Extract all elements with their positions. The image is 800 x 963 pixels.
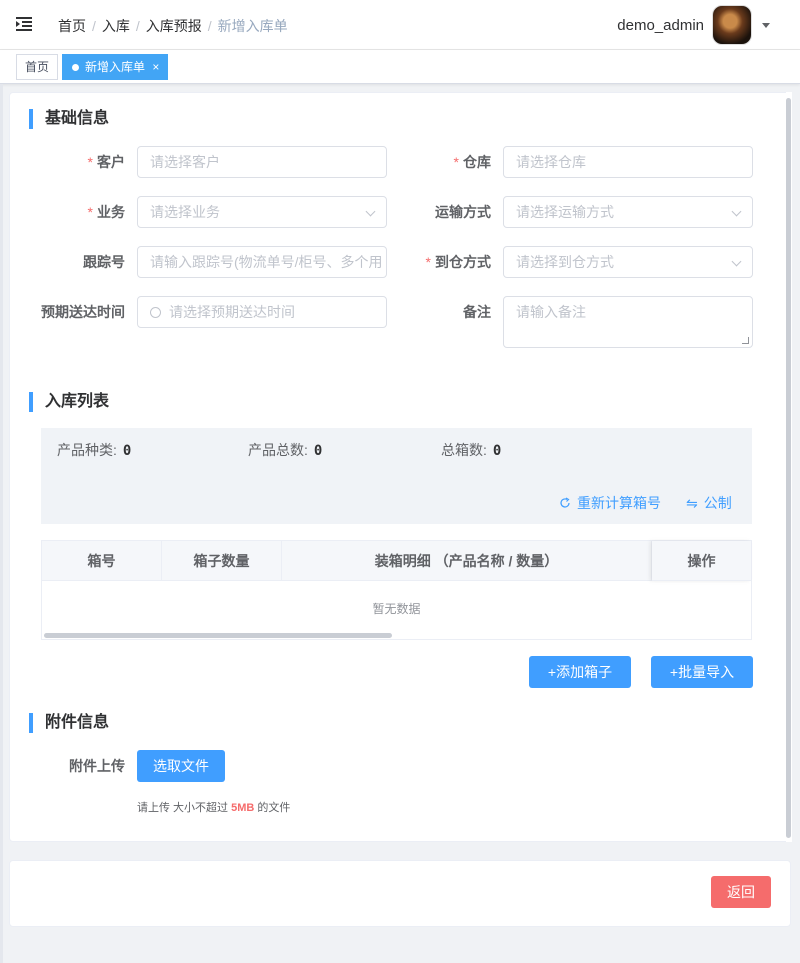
user-menu[interactable]: demo_admin [617, 3, 770, 47]
vertical-scrollbar[interactable] [786, 92, 792, 842]
back-button[interactable]: 返回 [711, 876, 771, 908]
breadcrumb-inbound[interactable]: 入库 [102, 18, 130, 34]
col-packing-detail: 装箱明细 （产品名称 / 数量） [282, 541, 652, 581]
breadcrumb-current: 新增入库单 [217, 18, 288, 34]
warehouse-select[interactable]: 请选择仓库 [503, 146, 753, 178]
tracking-input[interactable]: 请输入跟踪号(物流单号/柜号、多个用 [137, 246, 387, 278]
breadcrumb-home[interactable]: 首页 [58, 18, 86, 34]
box-total-stat: 总箱数: 0 [441, 442, 502, 459]
horizontal-scrollbar[interactable] [44, 633, 392, 638]
scrollbar-thumb[interactable] [786, 98, 791, 838]
breadcrumb-separator: / [92, 18, 96, 34]
remark-label: 备注 [463, 304, 491, 320]
business-label: * 业务 [87, 204, 125, 220]
tags-view: 首页 新增入库单 × [0, 50, 800, 84]
avatar[interactable] [712, 5, 752, 45]
remark-textarea[interactable]: 请输入备注 [503, 296, 753, 348]
business-select[interactable]: 请选择业务 [137, 196, 387, 228]
eta-label: 预期送达时间 [41, 304, 125, 320]
breadcrumb-forecast[interactable]: 入库预报 [146, 18, 202, 34]
batch-import-button[interactable]: +批量导入 [651, 656, 753, 688]
breadcrumb-separator: / [135, 18, 140, 34]
summary-panel: 产品种类: 0 产品总数: 0 总箱数: 0 重新计算箱号 ⇋ 公制 [41, 428, 752, 524]
breadcrumb-separator: / [207, 18, 212, 34]
upload-label: 附件上传 [69, 758, 125, 774]
caret-down-icon[interactable] [762, 22, 770, 28]
customer-select[interactable]: 请选择客户 [137, 146, 387, 178]
chevron-down-icon [731, 256, 742, 267]
col-actions: 操作 [652, 541, 751, 581]
recalc-box-link[interactable]: 重新计算箱号 [559, 493, 661, 513]
eta-date-picker[interactable]: 请选择预期送达时间 [137, 296, 387, 328]
shipping-select[interactable]: 请选择运输方式 [503, 196, 753, 228]
col-box-qty: 箱子数量 [162, 541, 282, 581]
username: demo_admin [617, 16, 704, 34]
left-edge [0, 84, 3, 963]
switch-icon: ⇋ [686, 495, 698, 511]
section-attachment: 附件信息 [29, 713, 109, 733]
product-total-stat: 产品总数: 0 [248, 442, 323, 459]
upload-hint: 请上传 大小不超过 5MB 的文件 [137, 802, 291, 814]
hamburger-icon[interactable] [16, 16, 32, 32]
add-box-button[interactable]: +添加箱子 [529, 656, 631, 688]
tag-home[interactable]: 首页 [16, 54, 59, 80]
customer-label: * 客户 [87, 154, 125, 170]
chevron-down-icon [365, 206, 376, 217]
metric-toggle-link[interactable]: ⇋ 公制 [686, 493, 732, 513]
chevron-down-icon [731, 206, 742, 217]
empty-text: 暂无数据 [372, 602, 421, 616]
section-basic-info: 基础信息 [29, 109, 109, 129]
refresh-icon [560, 497, 570, 508]
box-table: 箱号 箱子数量 装箱明细 （产品名称 / 数量） 操作 暂无数据 [41, 540, 752, 640]
resize-grip-icon[interactable] [742, 337, 749, 344]
tracking-label: 跟踪号 [83, 254, 125, 270]
close-icon[interactable]: × [152, 60, 159, 74]
product-types-stat: 产品种类: 0 [57, 442, 132, 459]
shipping-label: 运输方式 [435, 204, 491, 220]
top-navbar: 首页 / 入库 / 入库预报 / 新增入库单 demo_admin [0, 0, 800, 50]
breadcrumb: 首页 / 入库 / 入库预报 / 新增入库单 [58, 16, 288, 36]
section-inbound-list: 入库列表 [29, 392, 109, 412]
footer-bar: 返回 [9, 860, 791, 927]
clock-icon [150, 307, 161, 318]
choose-file-button[interactable]: 选取文件 [137, 750, 225, 782]
tag-new-inbound[interactable]: 新增入库单 × [62, 54, 169, 80]
col-box-no: 箱号 [42, 541, 162, 581]
arrival-label: * 到仓方式 [425, 254, 491, 270]
warehouse-label: * 仓库 [453, 154, 491, 170]
tag-label: 新增入库单 [85, 60, 146, 74]
active-dot-icon [72, 64, 79, 71]
arrival-select[interactable]: 请选择到仓方式 [503, 246, 753, 278]
